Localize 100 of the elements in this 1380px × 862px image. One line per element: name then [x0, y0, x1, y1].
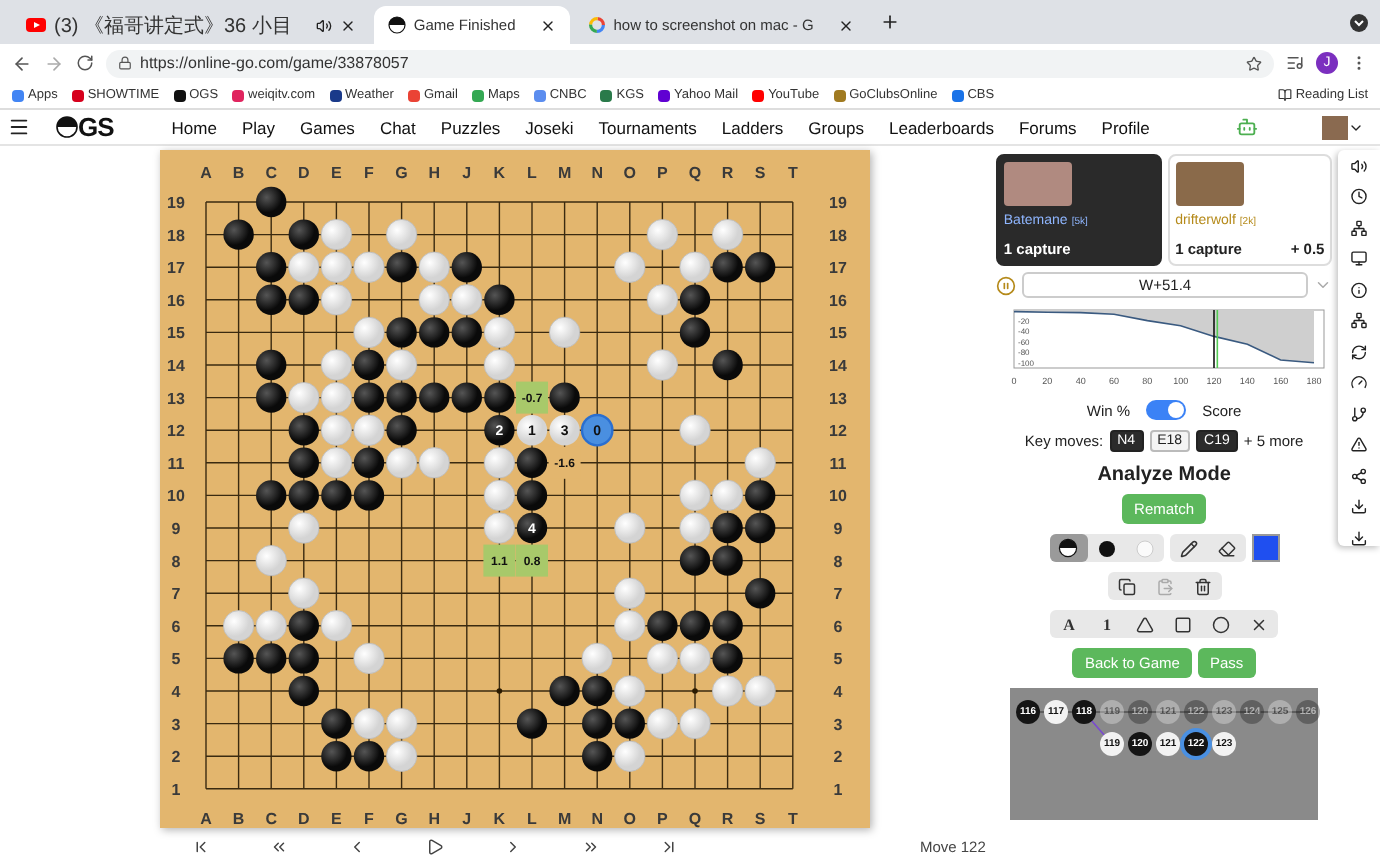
warning-icon[interactable]: [1350, 436, 1369, 454]
nav-link[interactable]: Tournaments: [598, 117, 697, 137]
coordinate-label: H: [428, 164, 440, 182]
nav-link[interactable]: Chat: [379, 117, 416, 137]
first-button[interactable]: [192, 837, 210, 856]
back-icon[interactable]: [12, 53, 32, 73]
branch-icon[interactable]: [1350, 405, 1369, 423]
circle-icon: [1212, 615, 1231, 633]
monitor-icon[interactable]: [1350, 250, 1369, 268]
reload-icon[interactable]: [76, 54, 94, 72]
coordinate-label: 16: [167, 291, 185, 310]
coordinate-label: 7: [171, 585, 181, 604]
coordinate-label: 12: [167, 422, 185, 441]
media-icon[interactable]: [1286, 54, 1304, 72]
double-chevron-left-button[interactable]: [270, 837, 288, 856]
pause-icon[interactable]: [995, 275, 1016, 295]
eraser-icon: [1217, 539, 1236, 557]
browser-tab[interactable]: (3) 《福哥讲定式》36 小目: [12, 6, 370, 44]
coordinate-label: 4: [833, 683, 843, 701]
photo-placeholder: [1175, 162, 1244, 206]
share-icon[interactable]: [1350, 467, 1369, 485]
close-icon[interactable]: [339, 17, 356, 33]
lock-icon: [118, 56, 132, 70]
coordinate-label: 8: [171, 552, 181, 571]
coordinate-label: 3: [171, 715, 181, 734]
avatar-photo[interactable]: [1322, 115, 1348, 139]
letter-tool-button[interactable]: A: [1050, 610, 1089, 638]
nav-link[interactable]: Ladders: [721, 117, 784, 137]
speaker-icon[interactable]: [1350, 158, 1369, 175]
download-icon[interactable]: [1350, 498, 1369, 516]
nav-link[interactable]: Groups: [808, 117, 864, 137]
chevron-left-button[interactable]: [348, 837, 366, 856]
coordinate-label: 14: [167, 357, 185, 375]
mode-title: Analyze Mode: [1097, 464, 1231, 486]
nav-link[interactable]: Home: [171, 117, 217, 137]
coordinate-label: A: [200, 810, 212, 828]
tree-icon[interactable]: [1350, 219, 1369, 237]
coordinate-label: G: [395, 810, 408, 828]
nav-link[interactable]: Leaderboards: [889, 117, 994, 137]
coordinate-label: 6: [171, 617, 181, 636]
coordinate-label: 10: [167, 487, 185, 506]
nav-link[interactable]: Play: [241, 117, 276, 137]
coordinate-label: E: [331, 164, 342, 182]
bookmark-star-icon[interactable]: [1246, 55, 1262, 71]
new-tab-icon[interactable]: [879, 12, 900, 32]
toggle-switch[interactable]: [1146, 400, 1187, 420]
coordinate-label: S: [754, 810, 766, 828]
coordinate-label: 18: [167, 226, 185, 245]
nav-link[interactable]: Games: [300, 117, 355, 137]
pen-color-swatch[interactable]: [1251, 534, 1280, 562]
gauge-icon[interactable]: [1350, 374, 1369, 392]
square-icon: [1174, 615, 1193, 633]
coordinate-label: 2: [171, 748, 181, 767]
chevron-right-button[interactable]: [504, 837, 522, 856]
coordinate-label: 1: [833, 780, 843, 799]
download-icon[interactable]: [1350, 529, 1369, 547]
coordinate-label: J: [462, 164, 472, 182]
robot-icon[interactable]: [1235, 116, 1257, 138]
triangle-icon: [1136, 615, 1155, 633]
colored-ring-icon: [587, 16, 606, 34]
cross-icon: [1250, 615, 1269, 633]
double-chevron-right-button[interactable]: [582, 837, 600, 856]
coordinate-label: 11: [167, 454, 185, 473]
coordinate-label: F: [364, 164, 374, 182]
coordinate-label: 13: [167, 389, 185, 408]
coordinate-label: Q: [688, 164, 702, 182]
tab-search-icon[interactable]: [1350, 13, 1368, 31]
trash-icon: [1193, 577, 1212, 595]
photo-placeholder: [1003, 162, 1072, 206]
last-button[interactable]: [660, 837, 678, 856]
clock-icon[interactable]: [1350, 188, 1369, 206]
current-move-line: [1213, 309, 1215, 369]
paste-icon: [1155, 577, 1174, 595]
coordinate-label: 12: [829, 422, 847, 441]
nav-link[interactable]: Profile: [1101, 117, 1150, 137]
coordinate-label: O: [623, 810, 637, 828]
play-logo-icon: [26, 18, 46, 32]
close-icon[interactable]: [837, 17, 854, 33]
address-bar[interactable]: https://online-go.com/game/33878057: [106, 49, 1274, 77]
coordinate-label: 11: [829, 454, 847, 473]
number-tool-button[interactable]: 1: [1088, 610, 1127, 638]
filled-circle-icon: [1097, 539, 1116, 557]
site-logo[interactable]: GS: [78, 112, 114, 142]
hierarchy-icon[interactable]: [1350, 312, 1369, 330]
menu-icon[interactable]: [8, 116, 30, 138]
coordinate-label: 2: [833, 748, 843, 767]
coordinate-label: T: [787, 164, 798, 182]
plain-circle-icon: [1135, 539, 1154, 557]
coordinate-label: 5: [171, 650, 181, 669]
play-button[interactable]: [426, 837, 444, 856]
refresh-icon[interactable]: [1350, 343, 1369, 361]
nav-link[interactable]: Forums: [1018, 117, 1077, 137]
coordinate-label: N: [591, 810, 603, 828]
coordinate-label: M: [557, 164, 572, 182]
nav-link[interactable]: Joseki: [525, 117, 574, 137]
close-icon[interactable]: [539, 17, 556, 33]
nav-link[interactable]: Puzzles: [440, 117, 501, 137]
info-icon[interactable]: [1350, 281, 1369, 299]
coordinate-label: D: [298, 164, 310, 182]
half-stone-tool-button[interactable]: [1049, 534, 1088, 562]
